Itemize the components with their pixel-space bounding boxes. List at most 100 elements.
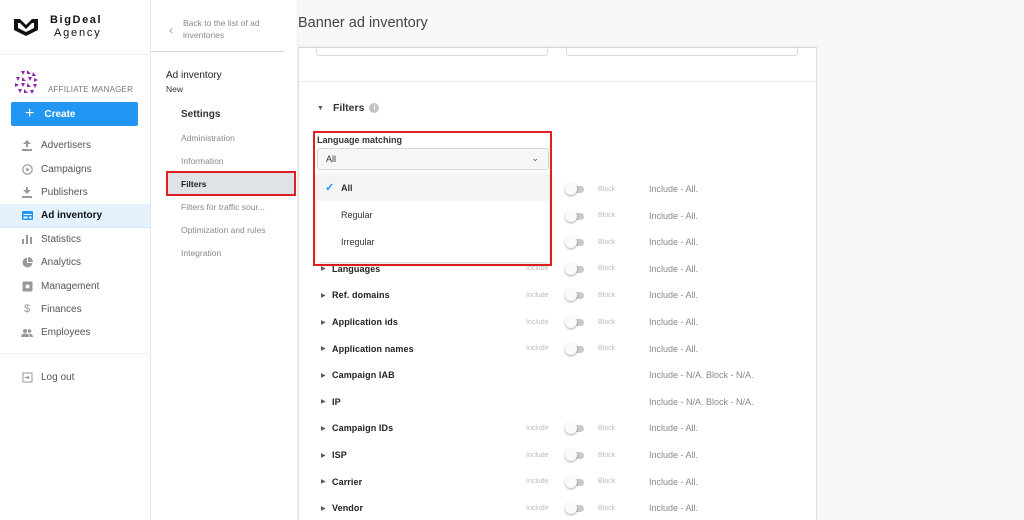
filter-summary: Include - All. xyxy=(649,503,699,514)
caret-right-icon[interactable]: ▶ xyxy=(321,478,326,485)
caret-right-icon[interactable]: ▶ xyxy=(321,425,326,432)
filter-name[interactable]: Application ids xyxy=(332,317,398,327)
main-sidebar: BigDeal Agency AFFILIATE MANAGER + Creat… xyxy=(0,0,151,520)
sidebar-item-advertisers[interactable]: Advertisers xyxy=(0,134,150,157)
include-label: Include xyxy=(526,451,549,459)
include-block-toggle[interactable] xyxy=(565,183,585,195)
include-block-toggle[interactable] xyxy=(565,316,585,328)
filter-name[interactable]: Carrier xyxy=(332,477,362,487)
filter-name[interactable]: Application names xyxy=(332,344,414,354)
subnav-item-integration[interactable]: Integration xyxy=(151,241,297,264)
option-all[interactable]: ✓ All xyxy=(317,174,549,201)
include-block-toggle[interactable] xyxy=(565,236,585,249)
sidebar-item-statistics[interactable]: Statistics xyxy=(0,228,150,251)
include-label: Include xyxy=(526,291,549,299)
block-label: Block xyxy=(598,504,616,512)
sidebar-item-ad-inventory[interactable]: Ad inventory xyxy=(0,204,150,228)
option-regular[interactable]: Regular xyxy=(317,201,549,228)
filters-section-toggle[interactable]: ▼ Filters i xyxy=(317,102,380,114)
language-matching-label: Language matching xyxy=(317,135,403,145)
filter-name[interactable]: ISP xyxy=(332,450,347,460)
filter-name[interactable]: Campaign IAB xyxy=(332,370,395,380)
chevron-left-icon: ‹ xyxy=(169,23,173,37)
include-label: Include xyxy=(526,424,549,432)
back-to-list-link[interactable]: ‹ Back to the list of ad inventories xyxy=(151,0,285,52)
include-block-toggle[interactable] xyxy=(565,475,585,488)
filter-summary: Include - All. xyxy=(649,263,699,274)
top-input-right[interactable] xyxy=(566,46,798,56)
subnav-item-administration[interactable]: Administration xyxy=(151,126,297,149)
filter-summary: Include - All. xyxy=(649,343,699,354)
filter-row: ▶ Campaign IAB Include - N/A. Block - N/A. xyxy=(299,365,816,385)
main-nav: Advertisers Campaigns Publishers Ad inve… xyxy=(0,134,150,389)
filter-row: ▶ Application ids Include Block Include - Al… xyxy=(299,312,816,332)
brand-logo[interactable]: BigDeal Agency xyxy=(0,0,150,55)
sidebar-item-label: Advertisers xyxy=(41,140,92,152)
caret-right-icon[interactable]: ▶ xyxy=(321,372,326,379)
page-title: Banner ad inventory xyxy=(298,15,428,31)
language-matching-menu: ✓ All Regular Irregular xyxy=(317,174,549,262)
settings-heading: Settings xyxy=(181,109,221,120)
filter-name[interactable]: Vendor xyxy=(332,503,363,513)
filter-row: ▶ ISP Include Block Include - All. xyxy=(299,445,816,465)
create-button[interactable]: + Create xyxy=(11,102,138,126)
top-input-left[interactable] xyxy=(316,46,548,56)
filter-row: ▶ Carrier Include Block Include - All. xyxy=(299,472,816,492)
include-block-toggle[interactable] xyxy=(565,262,585,275)
block-label: Block xyxy=(598,212,616,220)
language-matching-select[interactable]: All ⌄ xyxy=(317,148,549,170)
avatar xyxy=(15,70,38,94)
bar-chart-icon xyxy=(21,233,33,245)
include-block-toggle[interactable] xyxy=(565,289,585,302)
pie-chart-icon xyxy=(21,257,33,269)
block-label: Block xyxy=(598,478,616,486)
include-label: Include xyxy=(526,504,549,512)
sidebar-item-employees[interactable]: Employees xyxy=(0,321,150,344)
sidebar-item-management[interactable]: Management xyxy=(0,274,150,297)
include-block-toggle[interactable] xyxy=(565,502,585,515)
language-matching-value: All xyxy=(326,154,337,164)
filter-row: ▶ IP Include - N/A. Block - N/A. xyxy=(299,392,816,412)
sidebar-item-analytics[interactable]: Analytics xyxy=(0,251,150,274)
include-block-toggle[interactable] xyxy=(565,342,585,355)
subnav-item-filters[interactable]: Filters xyxy=(166,171,296,196)
sidebar-item-label: Publishers xyxy=(41,186,88,198)
caret-right-icon[interactable]: ▶ xyxy=(321,265,326,272)
logout-label: Log out xyxy=(41,371,75,383)
filter-name[interactable]: Ref. domains xyxy=(332,290,390,300)
subnav-item-information[interactable]: Information xyxy=(151,149,297,172)
filter-row: ▶ Application names Include Block Include - … xyxy=(299,339,816,359)
include-block-toggle[interactable] xyxy=(565,209,585,222)
check-icon: ✓ xyxy=(325,182,335,194)
sidebar-item-label: Finances xyxy=(41,303,82,315)
caret-right-icon[interactable]: ▶ xyxy=(321,345,326,352)
include-block-toggle[interactable] xyxy=(565,449,585,461)
filter-summary: Include - N/A. Block - N/A. xyxy=(649,370,754,381)
caret-right-icon[interactable]: ▶ xyxy=(321,292,326,299)
caret-down-icon: ▼ xyxy=(317,104,324,112)
block-label: Block xyxy=(598,318,616,326)
management-icon xyxy=(21,280,33,292)
filter-name[interactable]: IP xyxy=(332,397,341,407)
filter-summary: Include - All. xyxy=(649,450,699,460)
caret-right-icon[interactable]: ▶ xyxy=(321,505,326,512)
subnav-item-optimization[interactable]: Optimization and rules xyxy=(151,218,297,241)
sidebar-item-campaigns[interactable]: Campaigns xyxy=(0,157,150,180)
brand-name: BigDeal xyxy=(50,14,103,26)
sidebar-item-finances[interactable]: $ Finances xyxy=(0,298,150,321)
inventory-title: Ad inventory xyxy=(166,70,222,81)
include-label: Include xyxy=(526,345,549,353)
subnav-item-traffic-source-filters[interactable]: Filters for traffic sour... xyxy=(151,195,297,218)
caret-right-icon[interactable]: ▶ xyxy=(321,319,326,326)
sidebar-item-publishers[interactable]: Publishers xyxy=(0,181,150,204)
include-label: Include xyxy=(526,318,549,326)
block-label: Block xyxy=(598,291,616,299)
option-irregular[interactable]: Irregular xyxy=(317,228,549,255)
sidebar-item-label: Campaigns xyxy=(41,163,92,175)
info-icon[interactable]: i xyxy=(369,103,380,113)
caret-right-icon[interactable]: ▶ xyxy=(321,452,326,459)
include-block-toggle[interactable] xyxy=(565,422,585,435)
logout-button[interactable]: Log out xyxy=(0,366,150,389)
caret-right-icon[interactable]: ▶ xyxy=(321,398,326,405)
filter-name[interactable]: Campaign IDs xyxy=(332,423,393,433)
